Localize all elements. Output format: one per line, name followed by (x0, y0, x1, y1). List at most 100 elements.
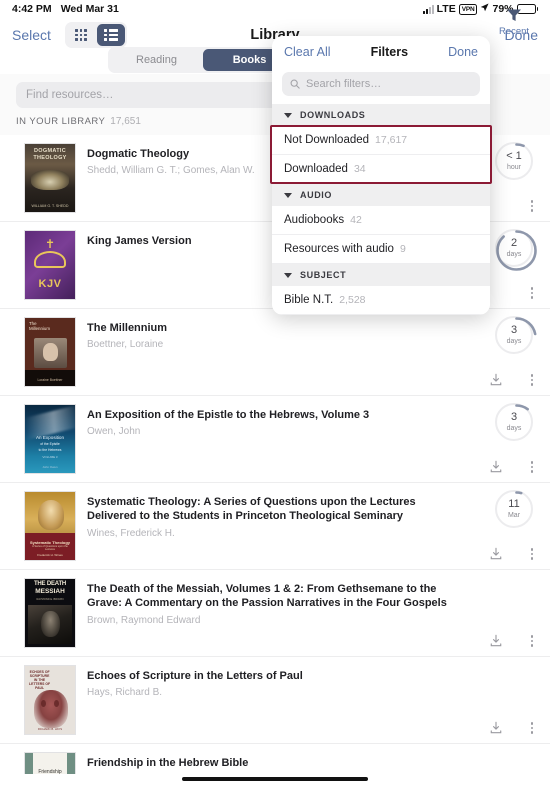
status-time: 4:42 PM (12, 3, 52, 15)
library-total-count: 17,651 (110, 116, 141, 127)
filter-section-header[interactable]: AUDIO (272, 184, 490, 206)
tab-reading[interactable]: Reading (110, 49, 203, 71)
filter-option-label: Not Downloaded (284, 134, 370, 146)
more-options-button[interactable] (525, 197, 540, 215)
view-mode-switcher (64, 22, 127, 48)
download-button[interactable] (489, 547, 503, 561)
library-section-label: IN YOUR LIBRARY (16, 116, 106, 127)
filters-popover-header: Clear All Filters Done (272, 36, 490, 68)
progress-arc-icon (495, 490, 537, 532)
list-view-button[interactable] (96, 24, 125, 46)
filter-button-label: Recent (498, 26, 530, 37)
clear-all-button[interactable]: Clear All (284, 45, 331, 59)
vpn-badge: VPN (458, 3, 478, 15)
filter-option[interactable]: Resources with audio 9 (272, 235, 490, 264)
book-cover[interactable]: An Exposition of the Epistle to the Hebrew… (24, 404, 76, 474)
filters-search-row: Search filters… (272, 68, 490, 104)
filter-option-count: 9 (399, 243, 406, 255)
filter-option-count: 17,617 (375, 134, 408, 146)
filter-button[interactable]: Recent (492, 8, 536, 37)
book-row-actions (478, 657, 550, 743)
book-info: An Exposition of the Epistle to the Hebr… (76, 404, 466, 437)
filters-done-button[interactable]: Done (448, 45, 478, 59)
more-options-button[interactable] (525, 719, 540, 737)
book-info: Echoes of Scripture in the Letters of Pa… (76, 665, 466, 698)
more-options-button[interactable] (525, 632, 540, 650)
filter-section-header[interactable]: SUBJECT (272, 264, 490, 286)
book-list-item[interactable]: ECHOES OF SCRIPTURE IN THE LETTERS OF PAUL R… (0, 656, 550, 743)
search-placeholder-text: Find resources… (26, 89, 114, 101)
download-button[interactable] (489, 721, 503, 735)
book-title: An Exposition of the Epistle to the Hebr… (87, 409, 370, 421)
book-list-item[interactable]: Systematic Theology A Series of Question… (0, 482, 550, 569)
book-cover[interactable]: THE DEATH MESSIAH RAYMOND E. BROWN (24, 578, 76, 648)
filters-popover-title: Filters (370, 45, 409, 59)
list-view-icon (104, 29, 118, 41)
home-indicator (182, 776, 368, 781)
location-arrow-icon (480, 3, 490, 15)
book-action-buttons (478, 632, 550, 650)
book-author: Owen, John (87, 426, 141, 438)
book-info: Systematic Theology: A Series of Questio… (76, 491, 466, 539)
grid-view-button[interactable] (67, 24, 95, 46)
filter-section-label: DOWNLOADS (300, 110, 366, 120)
more-options-button[interactable] (525, 371, 540, 389)
more-options-button[interactable] (525, 545, 540, 563)
filter-option[interactable]: Audiobooks 42 (272, 206, 490, 235)
status-bar: 4:42 PM Wed Mar 31 LTE VPN 79% (0, 0, 550, 18)
network-type-label: LTE (436, 3, 456, 15)
book-title: Friendship in the Hebrew Bible (87, 757, 249, 769)
reading-progress-badge: < 1 hour (495, 142, 537, 184)
filter-option-count: 2,528 (339, 294, 366, 306)
filter-option[interactable]: Downloaded 34 (272, 155, 490, 184)
library-tab-bar: Reading Books (108, 47, 298, 73)
book-row-actions (478, 744, 550, 774)
filter-option-label: Resources with audio (284, 243, 394, 255)
book-list-item[interactable]: The Millennium Loraine Boettner The Mille… (0, 308, 550, 395)
book-cover[interactable]: DOGMATIC THEOLOGY WILLIAM G. T. SHEDD (24, 143, 76, 213)
book-cover[interactable]: Friendshipin theHebrewBible Saul M. Olya… (24, 752, 76, 774)
book-info: Friendship in the Hebrew Bible Olyan, Sa… (76, 752, 466, 774)
book-title: The Death of the Messiah, Volumes 1 & 2:… (87, 583, 447, 610)
select-button[interactable]: Select (12, 27, 51, 43)
download-button[interactable] (489, 460, 503, 474)
cellular-signal-icon (422, 4, 434, 14)
download-button[interactable] (489, 634, 503, 648)
search-filters-input[interactable]: Search filters… (282, 72, 480, 96)
more-options-button[interactable] (525, 284, 540, 302)
book-row-actions: 3 days (478, 309, 550, 395)
filter-section-header[interactable]: DOWNLOADS (272, 104, 490, 126)
book-author: Brown, Raymond Edward (87, 614, 201, 626)
book-cover[interactable]: ✝ KJV (24, 230, 76, 300)
chevron-down-icon (284, 272, 292, 278)
search-filters-placeholder: Search filters… (306, 78, 382, 90)
book-cover[interactable]: ECHOES OF SCRIPTURE IN THE LETTERS OF PAUL R… (24, 665, 76, 735)
book-info: The Death of the Messiah, Volumes 1 & 2:… (76, 578, 466, 626)
book-action-buttons (478, 458, 550, 476)
chevron-down-icon (284, 192, 292, 198)
book-list-item[interactable]: An Exposition of the Epistle to the Hebrew… (0, 395, 550, 482)
more-options-button[interactable] (525, 458, 540, 476)
book-cover[interactable]: The Millennium Loraine Boettner (24, 317, 76, 387)
book-row-actions: 3 days (478, 396, 550, 482)
filters-sections: DOWNLOADS Not Downloaded 17,617 Downloaded… (272, 104, 490, 315)
grid-view-icon (75, 29, 87, 41)
book-action-buttons (478, 719, 550, 737)
download-button[interactable] (489, 373, 503, 387)
filter-section-label: SUBJECT (300, 270, 347, 280)
progress-arc-icon (495, 142, 537, 184)
filter-option[interactable]: Not Downloaded 17,617 (272, 126, 490, 155)
book-title: The Millennium (87, 322, 168, 334)
funnel-filter-icon (507, 9, 521, 21)
filter-section-label: AUDIO (300, 190, 332, 200)
book-cover[interactable]: Systematic Theology A Series of Question… (24, 491, 76, 561)
book-info: The Millennium Boettner, Loraine (76, 317, 466, 350)
book-author: Wines, Frederick H. (87, 527, 175, 539)
book-list-item[interactable]: Friendshipin theHebrewBible Saul M. Olya… (0, 743, 550, 774)
status-date: Wed Mar 31 (60, 3, 119, 15)
filter-option[interactable]: Bible N.T. 2,528 (272, 286, 490, 315)
book-list-item[interactable]: THE DEATH MESSIAH RAYMOND E. BROWN The D… (0, 569, 550, 656)
progress-arc-icon (495, 316, 537, 358)
reading-progress-badge: 2 days (495, 229, 537, 271)
filter-option-count: 34 (353, 163, 366, 175)
